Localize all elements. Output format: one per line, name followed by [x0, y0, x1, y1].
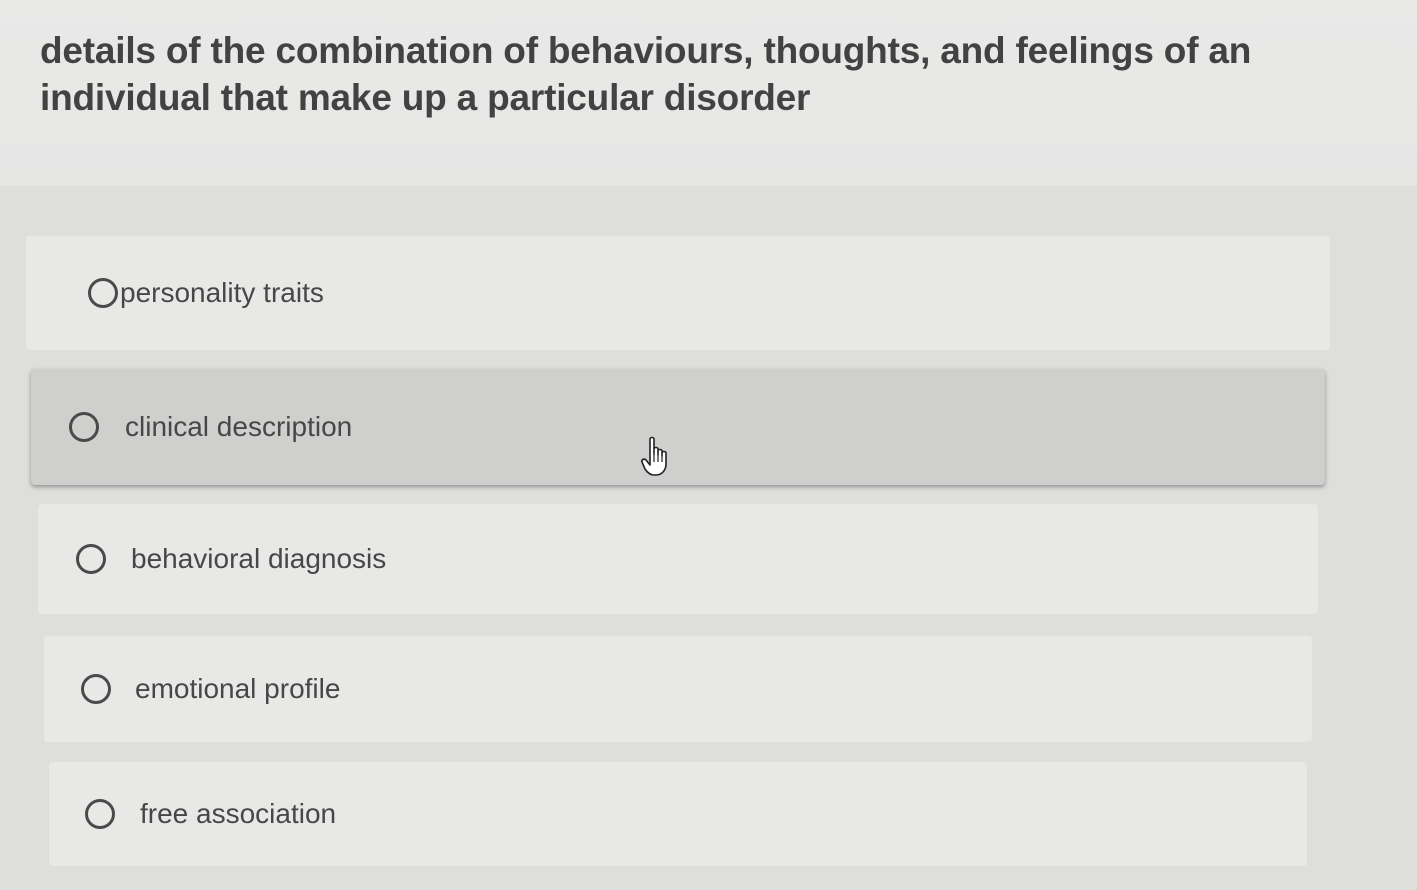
option-label: emotional profile — [135, 673, 341, 704]
radio-button[interactable] — [69, 412, 99, 442]
radio-button[interactable] — [85, 799, 115, 829]
option-emotional-profile[interactable]: emotional profile — [44, 636, 1312, 742]
option-clinical-description[interactable]: clinical description — [31, 369, 1325, 485]
option-label: clinical description — [125, 411, 353, 442]
option-label: free association — [140, 798, 337, 829]
option-behavioral-diagnosis[interactable]: behavioral diagnosis — [38, 504, 1318, 614]
radio-button[interactable] — [76, 544, 106, 574]
hand-pointer-icon — [641, 436, 667, 476]
option-label: behavioral diagnosis — [131, 543, 387, 574]
radio-button[interactable] — [81, 674, 111, 704]
option-label: personality traits — [120, 277, 324, 308]
option-personality-traits[interactable]: personality traits — [26, 236, 1330, 350]
answer-options: personality traits clinical description … — [0, 186, 1417, 890]
option-free-association[interactable]: free association — [49, 762, 1307, 866]
radio-button[interactable] — [88, 278, 118, 308]
question-panel: details of the combination of behaviours… — [0, 0, 1417, 186]
question-text: details of the combination of behaviours… — [40, 30, 1252, 118]
